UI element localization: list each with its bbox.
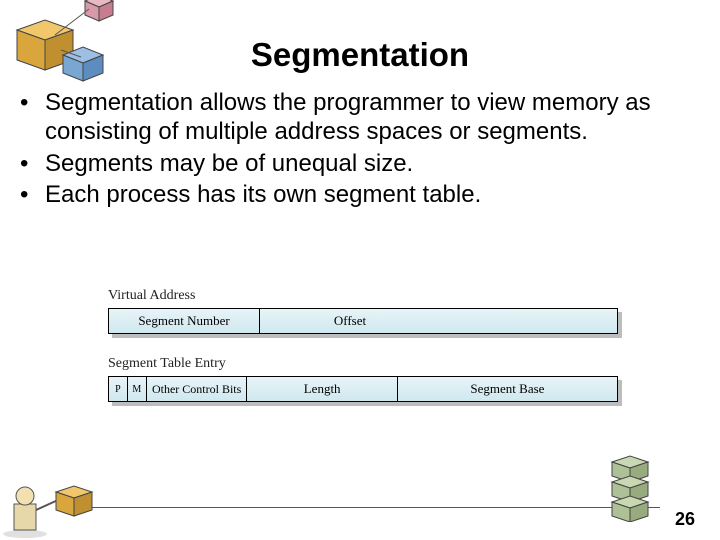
footer-rule — [75, 507, 660, 508]
segment-table-entry-table: P M Other Control Bits Length Segment Ba… — [108, 376, 618, 402]
virtual-address-block: Virtual Address Segment Number Offset — [108, 288, 618, 334]
ste-cell-p: P — [109, 377, 128, 401]
virtual-address-table: Segment Number Offset — [108, 308, 618, 334]
diagram: Virtual Address Segment Number Offset Se… — [108, 288, 618, 424]
ste-cell-segment-base: Segment Base — [398, 377, 617, 401]
bullet-item: Segments may be of unequal size. — [20, 149, 690, 178]
ste-cell-length: Length — [247, 377, 397, 401]
slide: Segmentation Segmentation allows the pro… — [0, 0, 720, 540]
page-title: Segmentation — [0, 36, 720, 74]
ste-cell-m: M — [128, 377, 147, 401]
va-cell-segment-number: Segment Number — [109, 309, 260, 333]
page-number: 26 — [675, 509, 695, 530]
va-cell-offset: Offset — [260, 309, 440, 333]
segment-table-entry-label: Segment Table Entry — [108, 356, 618, 372]
ste-cell-other-control-bits: Other Control Bits — [147, 377, 248, 401]
segment-table-entry-block: Segment Table Entry P M Other Control Bi… — [108, 356, 618, 402]
cubes-decoration-bottom — [590, 452, 660, 522]
bullet-item: Each process has its own segment table. — [20, 180, 690, 209]
character-decoration — [0, 470, 130, 540]
virtual-address-label: Virtual Address — [108, 288, 618, 304]
body-text: Segmentation allows the programmer to vi… — [20, 88, 690, 211]
bullet-item: Segmentation allows the programmer to vi… — [20, 88, 690, 147]
